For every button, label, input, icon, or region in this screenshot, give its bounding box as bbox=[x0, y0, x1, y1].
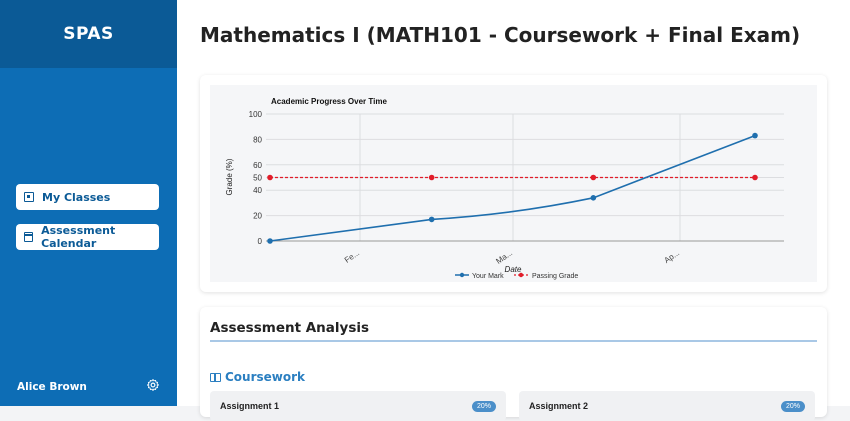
assignment-card[interactable]: Assignment 2 20% bbox=[519, 391, 815, 421]
brand-logo[interactable]: SPAS bbox=[0, 0, 177, 68]
legend-swatch-dot bbox=[518, 272, 524, 278]
coursework-heading[interactable]: Coursework bbox=[210, 370, 305, 384]
sidebar-item-label: My Classes bbox=[42, 190, 111, 204]
chart-area: 0 20 40 50 60 80 100 Fe... Ma... Ap... Academic Pr… bbox=[210, 85, 817, 282]
calendar-icon bbox=[24, 232, 34, 242]
assignment-name: Assignment 2 bbox=[529, 401, 589, 411]
chart-title: Academic Progress Over Time bbox=[271, 97, 387, 106]
assessment-analysis-card: Assessment Analysis Coursework Assignmen… bbox=[200, 307, 827, 421]
sidebar-item-label: Assessment Calendar bbox=[41, 224, 116, 250]
x-tick-label: Ma... bbox=[494, 248, 514, 266]
y-tick-label: 60 bbox=[253, 161, 262, 170]
section-title: Assessment Analysis bbox=[210, 320, 370, 336]
passing-grade-point bbox=[590, 174, 597, 181]
passing-grade-point bbox=[428, 174, 435, 181]
x-tick-label: Ap... bbox=[663, 248, 682, 265]
progress-chart-card: 0 20 40 50 60 80 100 Fe... Ma... Ap... Academic Pr… bbox=[200, 75, 827, 292]
x-tick-label: Fe... bbox=[343, 248, 361, 265]
book-icon bbox=[24, 192, 34, 202]
y-tick-label: 20 bbox=[253, 212, 262, 221]
y-tick-label: 0 bbox=[258, 237, 263, 246]
assignment-card[interactable]: Assignment 1 20% bbox=[210, 391, 506, 421]
passing-grade-point bbox=[752, 174, 758, 181]
weight-badge: 20% bbox=[471, 401, 496, 412]
main-content: Mathematics I (MATH101 - Coursework + Fi… bbox=[177, 0, 850, 421]
y-tick-label: 80 bbox=[253, 135, 262, 144]
passing-grade-point bbox=[267, 174, 273, 181]
weight-badge: 20% bbox=[780, 401, 805, 412]
user-name: Alice Brown bbox=[17, 381, 87, 393]
gear-icon[interactable] bbox=[146, 378, 160, 392]
coursework-label: Coursework bbox=[225, 370, 306, 384]
y-tick-label: 40 bbox=[253, 186, 262, 195]
legend-label: Your Mark bbox=[472, 273, 504, 280]
sidebar-item-my-classes[interactable]: My Classes bbox=[16, 184, 159, 210]
legend-label: Passing Grade bbox=[532, 273, 578, 280]
legend-swatch-dot bbox=[459, 272, 465, 278]
x-axis-label: Date bbox=[505, 265, 522, 274]
your-mark-point bbox=[752, 132, 758, 139]
your-mark-point bbox=[590, 195, 597, 201]
y-axis-label: Grade (%) bbox=[225, 158, 234, 195]
progress-chart: 0 20 40 50 60 80 100 Fe... Ma... Ap... Academic Pr… bbox=[225, 97, 784, 280]
y-tick-label: 100 bbox=[249, 110, 263, 119]
your-mark-point bbox=[428, 216, 435, 223]
sidebar: SPAS My Classes Assessment Calendar Alic… bbox=[0, 0, 177, 406]
page-title: Mathematics I (MATH101 - Coursework + Fi… bbox=[200, 23, 801, 47]
book-open-icon bbox=[210, 372, 221, 382]
your-mark-point bbox=[267, 238, 273, 244]
y-tick-label: 50 bbox=[253, 174, 262, 183]
assignment-name: Assignment 1 bbox=[220, 401, 280, 411]
sidebar-item-assessment-calendar[interactable]: Assessment Calendar bbox=[16, 224, 159, 250]
divider bbox=[210, 340, 817, 342]
